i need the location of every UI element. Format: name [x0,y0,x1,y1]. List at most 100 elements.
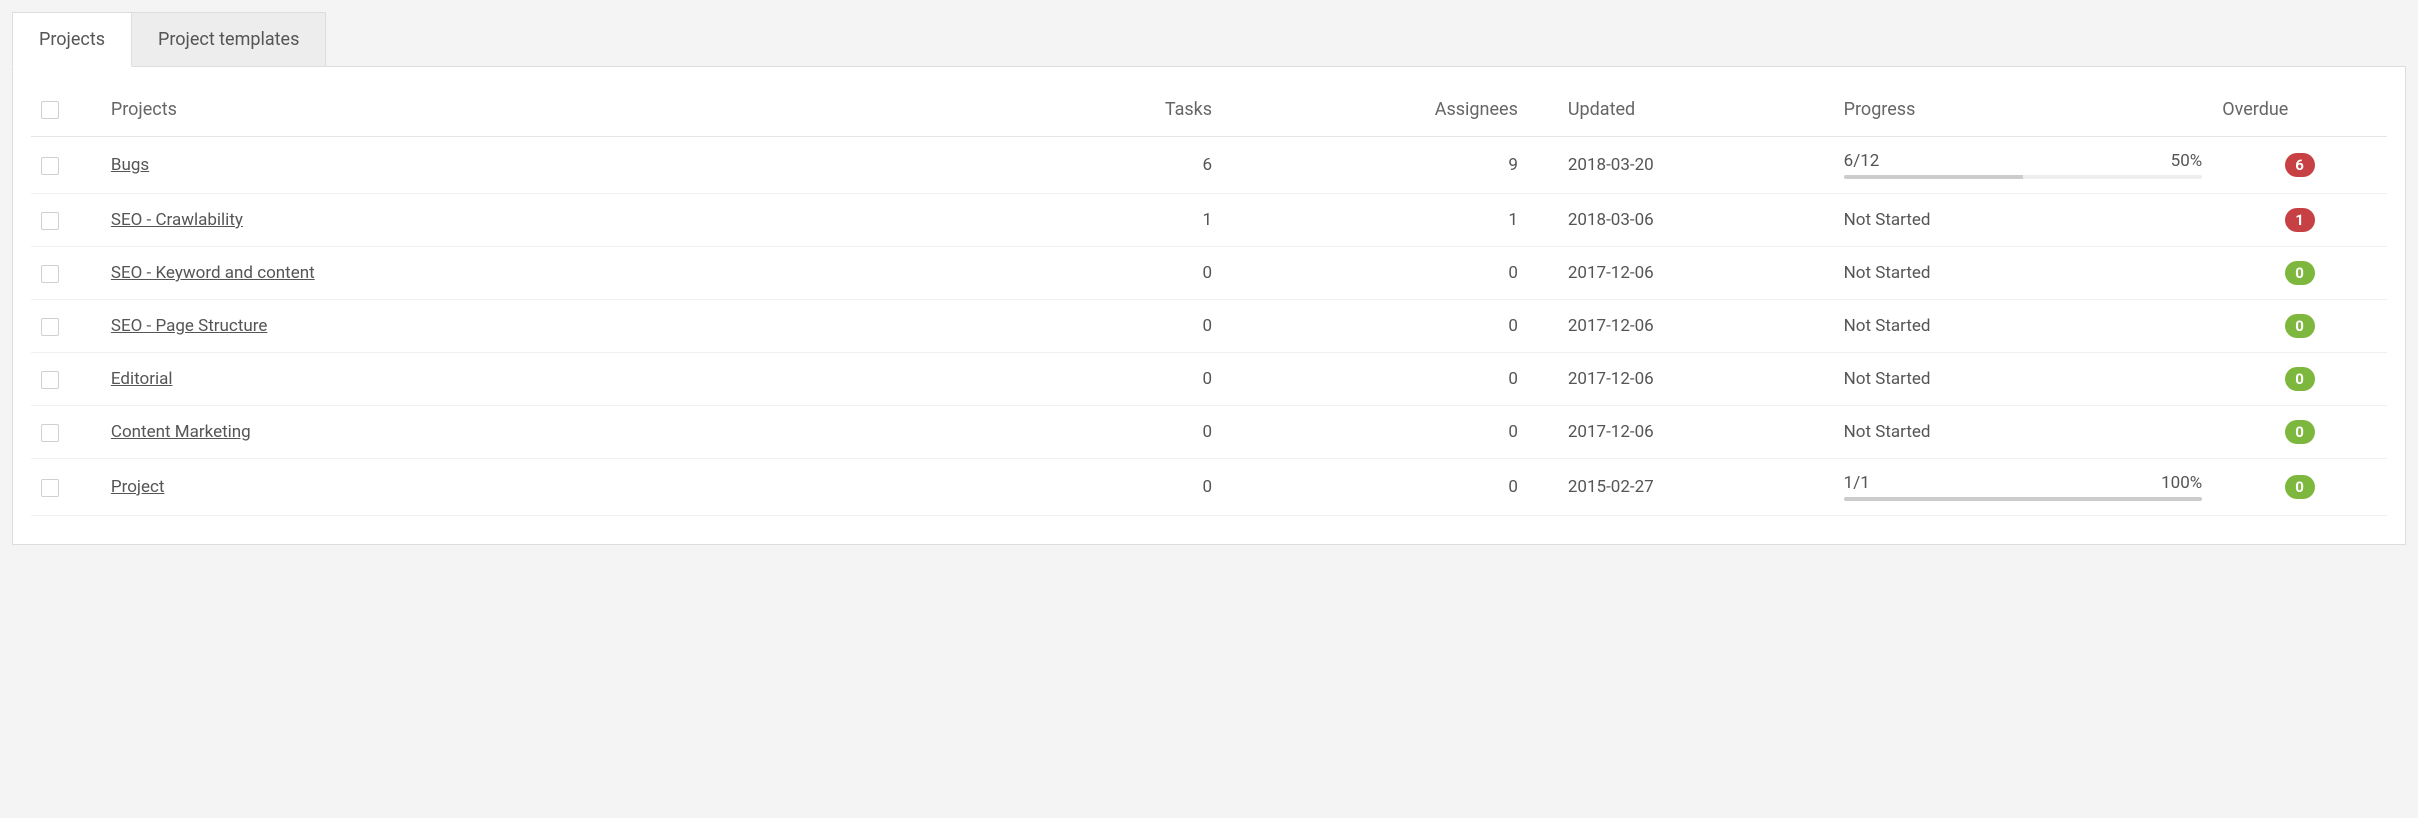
overdue-badge: 0 [2285,261,2315,285]
project-link[interactable]: SEO - Page Structure [111,316,267,336]
tab-project-templates[interactable]: Project templates [132,12,326,66]
row-select-checkbox[interactable] [41,318,59,336]
progress-cell: Not Started [1834,406,2213,459]
row-select-checkbox[interactable] [41,157,59,175]
updated-date: 2017-12-06 [1528,353,1834,406]
overdue-badge: 1 [2285,208,2315,232]
project-name-cell: Content Marketing [101,406,916,459]
assignees-count: 0 [1222,353,1528,406]
projects-table: Projects Tasks Assignees Updated Progres… [31,83,2387,516]
progress-cell: 1/1 100% [1834,459,2213,516]
row-select-cell [31,300,101,353]
overdue-cell: 0 [2212,459,2387,516]
overdue-cell: 0 [2212,247,2387,300]
progress-not-started: Not Started [1844,369,1931,389]
updated-date: 2015-02-27 [1528,459,1834,516]
header-tasks[interactable]: Tasks [916,83,1222,137]
tabs: ProjectsProject templates [12,12,2406,66]
overdue-badge: 6 [2285,153,2315,177]
tasks-count: 6 [916,137,1222,194]
project-name-cell: Project [101,459,916,516]
header-assignees[interactable]: Assignees [1222,83,1528,137]
header-progress[interactable]: Progress [1834,83,2213,137]
project-name-cell: SEO - Page Structure [101,300,916,353]
tasks-count: 0 [916,300,1222,353]
updated-date: 2017-12-06 [1528,300,1834,353]
tasks-count: 0 [916,353,1222,406]
select-all-checkbox[interactable] [41,101,59,119]
updated-date: 2018-03-06 [1528,194,1834,247]
updated-date: 2017-12-06 [1528,406,1834,459]
project-link[interactable]: SEO - Crawlability [111,210,243,230]
project-link[interactable]: Project [111,477,165,497]
project-name-cell: Editorial [101,353,916,406]
table-row: Content Marketing 0 0 2017-12-06 Not Started… [31,406,2387,459]
assignees-count: 0 [1222,300,1528,353]
row-select-checkbox[interactable] [41,265,59,283]
progress-bar [1844,175,2203,179]
tab-projects[interactable]: Projects [12,12,132,67]
assignees-count: 0 [1222,247,1528,300]
table-body: Bugs692018-03-206/1250%6SEO - Crawlabili… [31,137,2387,516]
table-row: SEO - Crawlability112018-03-06Not Starte… [31,194,2387,247]
overdue-badge: 0 [2285,314,2315,338]
progress-cell: Not Started [1834,247,2213,300]
tasks-count: 0 [916,247,1222,300]
header-overdue[interactable]: Overdue [2212,83,2387,137]
overdue-cell: 1 [2212,194,2387,247]
header-select-all [31,83,101,137]
project-link[interactable]: SEO - Keyword and content [111,263,315,283]
overdue-cell: 0 [2212,300,2387,353]
project-name-cell: SEO - Keyword and content [101,247,916,300]
progress-cell: Not Started [1834,300,2213,353]
table-row: SEO - Page Structure002017-12-06Not Star… [31,300,2387,353]
tasks-count: 0 [916,406,1222,459]
progress-fraction: 6/12 [1844,151,1880,171]
progress-not-started: Not Started [1844,316,1931,336]
header-projects[interactable]: Projects [101,83,916,137]
progress-cell: Not Started [1834,194,2213,247]
project-link[interactable]: Editorial [111,369,173,389]
projects-page: ProjectsProject templates Projects Tasks… [0,0,2418,557]
row-select-cell [31,406,101,459]
project-link[interactable]: Bugs [111,155,149,175]
row-select-cell [31,353,101,406]
row-select-checkbox[interactable] [41,479,59,497]
row-select-cell [31,137,101,194]
overdue-badge: 0 [2285,367,2315,391]
row-select-checkbox[interactable] [41,424,59,442]
row-select-cell [31,247,101,300]
row-select-cell [31,459,101,516]
table-row: Project002015-02-271/1100%0 [31,459,2387,516]
row-select-checkbox[interactable] [41,371,59,389]
progress-not-started: Not Started [1844,422,1931,442]
progress-fraction: 1/1 [1844,473,1870,493]
tasks-count: 1 [916,194,1222,247]
project-name-cell: SEO - Crawlability [101,194,916,247]
progress-cell: 6/12 50% [1834,137,2213,194]
progress-cell: Not Started [1834,353,2213,406]
table-row: Bugs692018-03-206/1250%6 [31,137,2387,194]
header-updated[interactable]: Updated [1528,83,1834,137]
progress-percent: 100% [2161,473,2202,493]
overdue-cell: 0 [2212,406,2387,459]
overdue-cell: 0 [2212,353,2387,406]
progress-not-started: Not Started [1844,263,1931,283]
overdue-badge: 0 [2285,475,2315,499]
project-name-cell: Bugs [101,137,916,194]
progress-bar [1844,497,2203,501]
table-row: SEO - Keyword and content002017-12-06Not… [31,247,2387,300]
table-row: Editorial002017-12-06Not Started0 [31,353,2387,406]
progress-percent: 50% [2171,151,2203,171]
assignees-count: 1 [1222,194,1528,247]
assignees-count: 9 [1222,137,1528,194]
table-header-row: Projects Tasks Assignees Updated Progres… [31,83,2387,137]
project-link[interactable]: Content Marketing [111,422,251,442]
tasks-count: 0 [916,459,1222,516]
overdue-badge: 0 [2285,420,2315,444]
updated-date: 2017-12-06 [1528,247,1834,300]
row-select-checkbox[interactable] [41,212,59,230]
row-select-cell [31,194,101,247]
progress-not-started: Not Started [1844,210,1931,230]
overdue-cell: 6 [2212,137,2387,194]
